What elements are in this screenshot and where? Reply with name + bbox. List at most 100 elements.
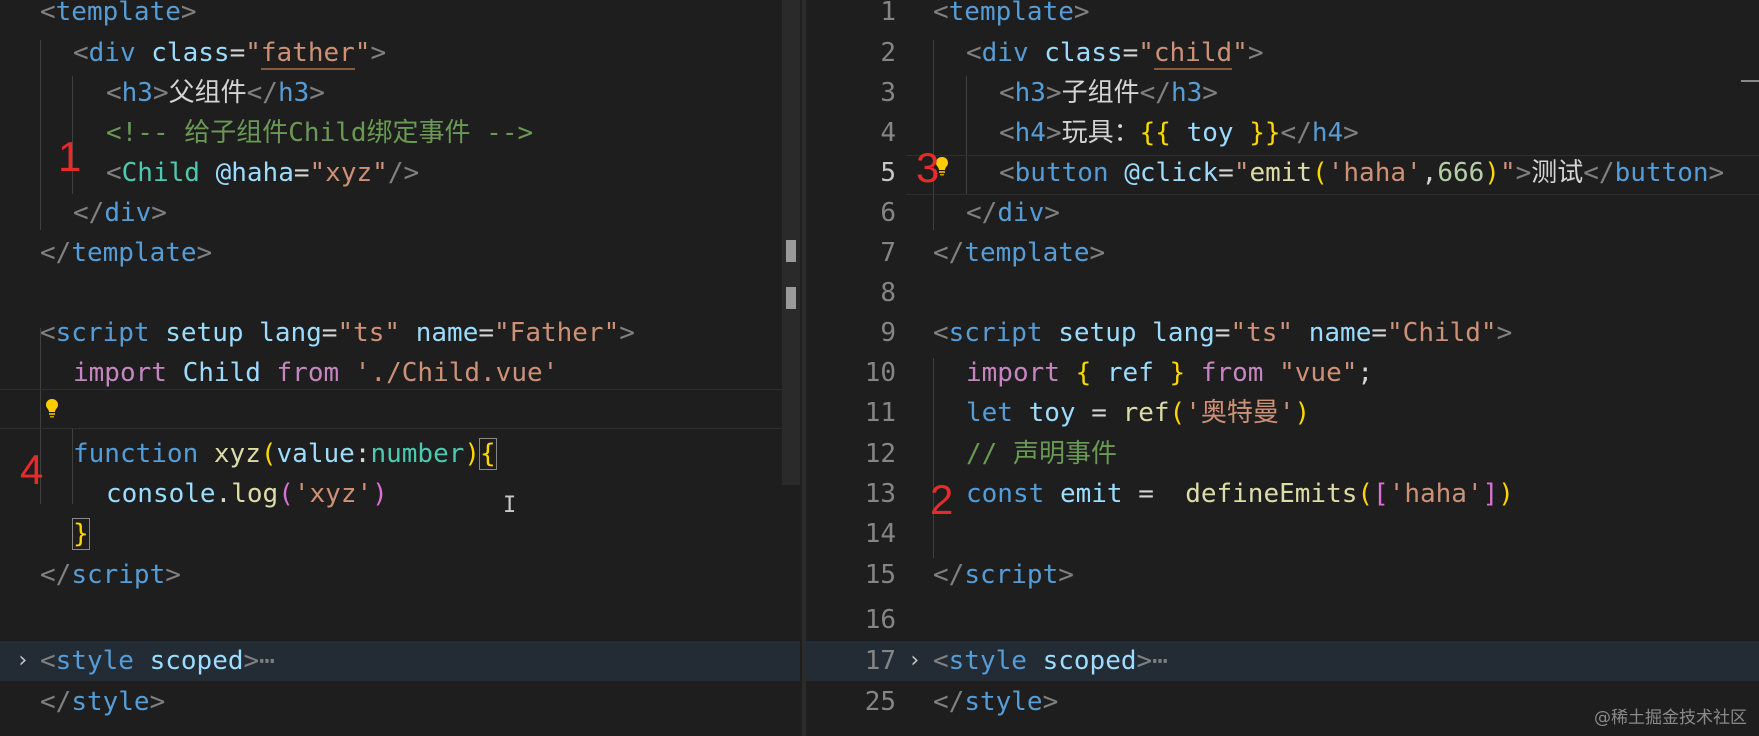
identifier: Child [182, 358, 261, 388]
right-editor-pane[interactable]: 1 2 3 4 5 6 7 8 9 10 11 12 13 14 15 16 1… [806, 0, 1759, 736]
code-line[interactable]: <style scoped>⋯ [40, 641, 275, 681]
fold-chevron-icon[interactable]: › [16, 641, 29, 681]
line-number: 4 [880, 118, 896, 148]
tag-bracket: > [149, 687, 166, 717]
identifier: emit [1059, 479, 1123, 509]
keyword: from [276, 358, 340, 388]
code-line[interactable]: </style> [933, 682, 1058, 722]
tag-bracket: < [966, 38, 982, 68]
html-comment: <!-- 给子组件Child绑定事件 --> [106, 118, 534, 148]
tag-bracket: /> [387, 158, 420, 188]
folded-ellipsis[interactable]: ⋯ [259, 646, 275, 676]
attribute-name: class [1044, 38, 1123, 68]
tag-name: div [104, 198, 152, 228]
tag-name: script [948, 318, 1043, 348]
tag-name: button [1614, 158, 1709, 188]
tag-name: style [964, 687, 1043, 717]
folded-ellipsis[interactable]: ⋯ [1152, 646, 1168, 676]
tag-name: template [55, 0, 181, 27]
left-editor-pane[interactable]: <template> <div class="father"> <h3>父组件<… [0, 0, 802, 736]
code-line[interactable]: <template> [933, 0, 1090, 32]
tag-bracket: > [165, 560, 181, 590]
code-line[interactable]: <style scoped>⋯ [933, 641, 1168, 681]
annotation-marker: 2 [930, 476, 954, 523]
line-number: 8 [880, 278, 896, 308]
text-content: 父组件 [168, 78, 247, 108]
fold-chevron-icon[interactable]: › [908, 641, 921, 681]
code-line[interactable]: <!-- 给子组件Child绑定事件 --> [106, 113, 533, 153]
paren: ( [1169, 398, 1186, 428]
line-number: 7 [880, 238, 896, 268]
quote: " [1138, 38, 1154, 68]
code-line[interactable]: import { ref } from "vue"; [966, 353, 1373, 393]
tag-name: h4 [1014, 118, 1046, 148]
equals-sign: = [293, 158, 310, 188]
code-line[interactable]: </script> [933, 555, 1074, 595]
code-line[interactable]: // 声明事件 [966, 434, 1117, 474]
code-line[interactable]: <script setup lang="ts" name="Father"> [40, 313, 635, 353]
keyword: import [73, 358, 167, 388]
code-line[interactable]: <div class="child"> [966, 33, 1263, 73]
code-line[interactable]: <h3>子组件</h3> [999, 73, 1218, 113]
identifier: toy [1170, 118, 1250, 148]
attribute-name: name [1308, 318, 1372, 348]
attribute-value: "ts" [1230, 318, 1294, 348]
type-annotation: number [370, 439, 465, 469]
code-line[interactable]: <h4>玩具：{{ toy }}</h4> [999, 113, 1359, 153]
lightbulb-icon[interactable] [44, 398, 60, 418]
string-literal: '奥特曼' [1185, 398, 1295, 428]
quote: " [354, 38, 371, 68]
tag-bracket: </ [933, 687, 965, 717]
code-line[interactable]: let toy = ref('奥特曼') [966, 393, 1310, 433]
tag-bracket: > [1058, 560, 1074, 590]
code-line[interactable]: </script> [40, 555, 181, 595]
line-number: 10 [864, 358, 896, 388]
identifier: console [106, 479, 216, 509]
function-name: defineEmits [1185, 479, 1358, 509]
code-line[interactable]: function xyz(value:number){ [73, 434, 497, 474]
code-line[interactable]: </div> [73, 193, 167, 233]
paren: ( [1357, 479, 1374, 509]
tag-bracket: > [1136, 646, 1153, 676]
text-content: 测试 [1531, 158, 1584, 188]
code-line[interactable]: <div class="father"> [73, 33, 386, 73]
tag-bracket: < [999, 158, 1015, 188]
code-line[interactable]: <h3>父组件</h3> [106, 73, 325, 113]
keyword: import [966, 358, 1060, 388]
comma: , [1421, 158, 1438, 188]
tag-bracket: < [933, 0, 949, 27]
code-line[interactable]: console.log('xyz') [106, 474, 388, 514]
event-binding: @click [1124, 158, 1219, 188]
code-line[interactable]: const emit = defineEmits(['haha']) [966, 474, 1514, 514]
keyword: const [966, 479, 1045, 509]
code-line[interactable]: </style> [40, 682, 165, 722]
line-number: 12 [864, 439, 896, 469]
code-line[interactable]: </template> [40, 233, 212, 273]
code-line[interactable]: </div> [966, 193, 1060, 233]
tag-bracket: < [106, 78, 122, 108]
attribute-name: setup [1058, 318, 1137, 348]
line-number: 2 [880, 38, 896, 68]
tag-bracket: > [1044, 198, 1060, 228]
paren: ) [372, 479, 388, 509]
code-line[interactable]: <Child @haha="xyz"/> [106, 153, 419, 193]
tag-bracket: > [152, 78, 169, 108]
tag-bracket: > [1247, 38, 1264, 68]
equals-sign: = [1075, 398, 1123, 428]
code-line[interactable]: } [72, 514, 90, 554]
indent-guide [933, 358, 934, 558]
code-line[interactable]: <template> [40, 0, 197, 32]
string-literal: 'haha' [1327, 158, 1422, 188]
code-line[interactable]: import Child from './Child.vue' [73, 353, 558, 393]
tag-bracket: </ [40, 560, 72, 590]
paren: ) [1294, 398, 1311, 428]
code-line[interactable]: <script setup lang="ts" name="Child"> [933, 313, 1512, 353]
attribute-name: class [151, 38, 230, 68]
annotation-marker: 3 [916, 144, 940, 191]
tag-bracket: > [1343, 118, 1359, 148]
code-line[interactable]: <button @click="emit('haha',666)">测试</bu… [999, 153, 1724, 193]
tag-bracket: </ [933, 238, 965, 268]
indent-guide [933, 40, 934, 230]
code-line[interactable]: </template> [933, 233, 1105, 273]
event-binding: @haha [215, 158, 294, 188]
